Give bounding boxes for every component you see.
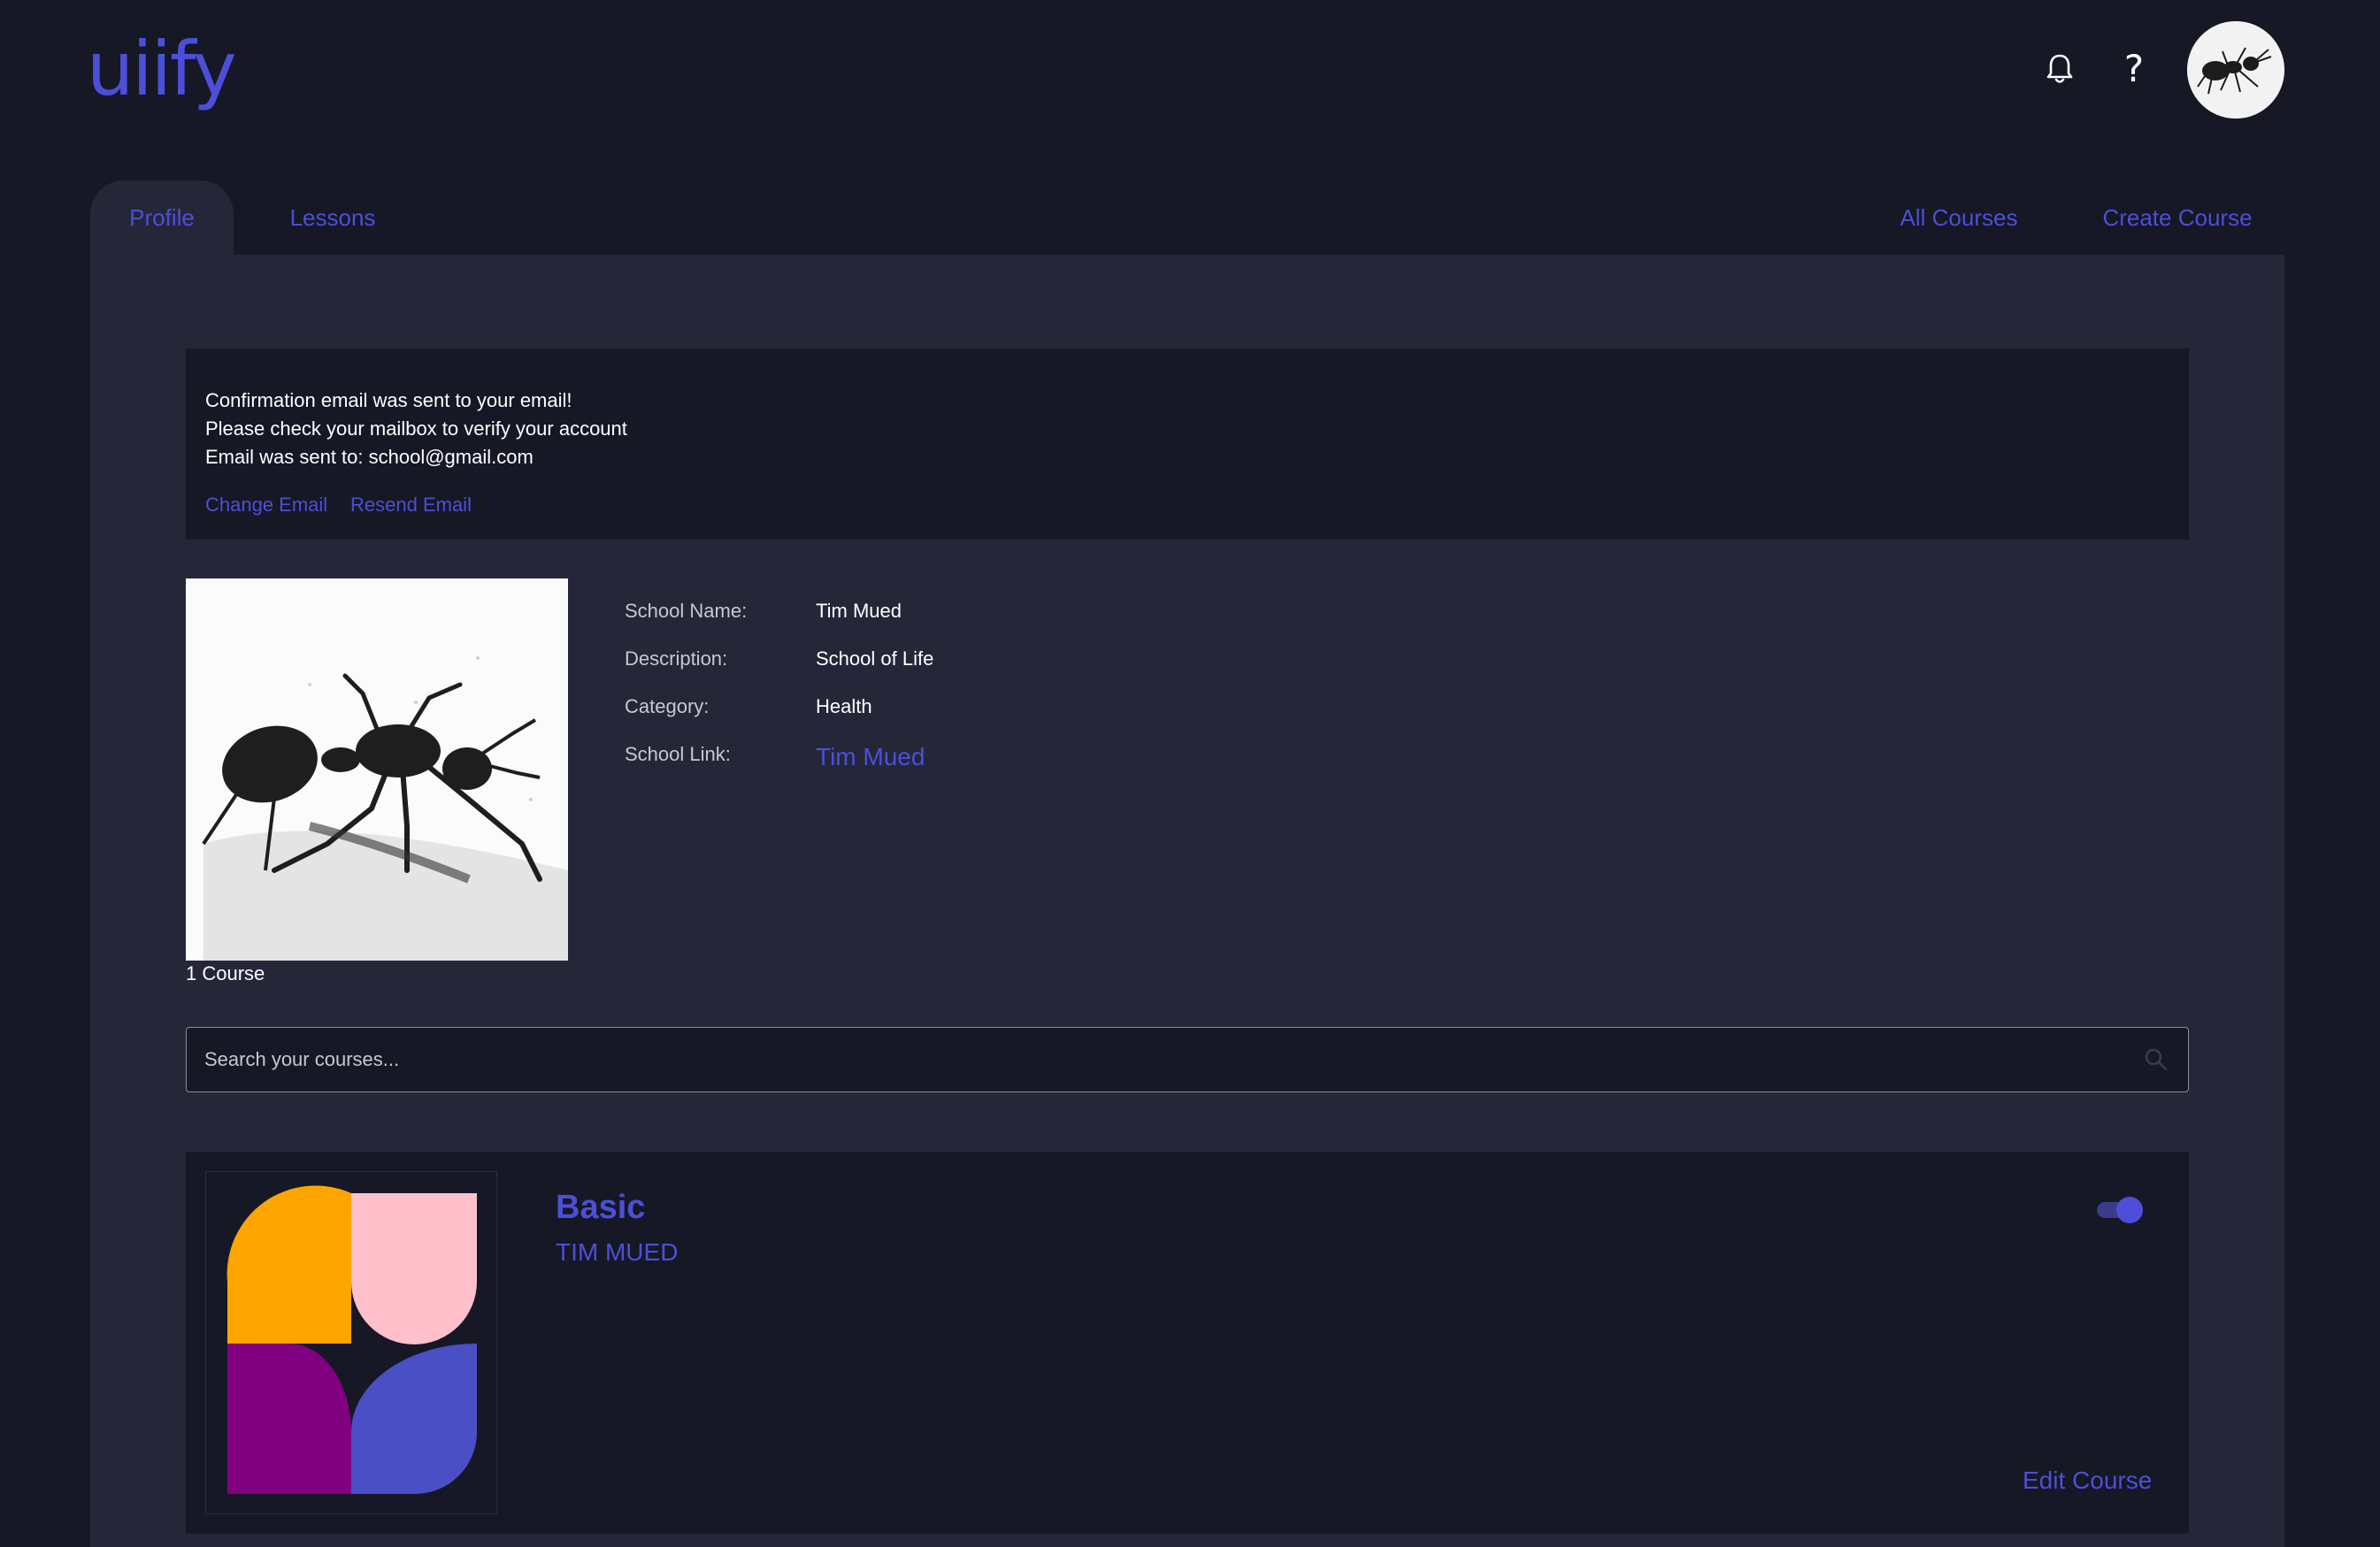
notice-line-1: Confirmation email was sent to your emai…	[205, 389, 572, 411]
school-link-label: School Link:	[625, 743, 731, 765]
course-card[interactable]: Basic TIM MUED Edit Course	[186, 1152, 2189, 1534]
description-label: Description:	[625, 647, 728, 670]
tab-create-course[interactable]: Create Course	[2084, 180, 2270, 255]
course-title[interactable]: Basic	[556, 1189, 645, 1227]
change-email-link[interactable]: Change Email	[205, 494, 327, 517]
search-input[interactable]	[203, 1028, 2105, 1091]
school-name-label: School Name:	[625, 600, 748, 622]
category-value: Health	[816, 695, 872, 717]
help-icon[interactable]: ?	[2116, 48, 2152, 90]
school-image	[186, 578, 568, 961]
bell-icon[interactable]	[2042, 51, 2077, 87]
course-thumbnail[interactable]	[205, 1171, 497, 1514]
tab-all-courses[interactable]: All Courses	[1881, 180, 2037, 255]
course-thumbnail-graphic	[226, 1185, 477, 1494]
course-author: TIM MUED	[556, 1238, 679, 1266]
edit-course-link[interactable]: Edit Course	[2023, 1467, 2152, 1495]
unify-logo[interactable]: uiify	[87, 25, 237, 113]
tab-profile[interactable]: Profile	[90, 180, 234, 255]
toggle-knob	[2116, 1197, 2143, 1223]
resend-email-link[interactable]: Resend Email	[350, 494, 472, 517]
top-bar: uiify ?	[0, 0, 2380, 142]
ant-illustration	[186, 578, 568, 961]
tab-bar: Profile Lessons All Courses Create Cours…	[90, 180, 2284, 255]
profile-panel: Confirmation email was sent to your emai…	[90, 255, 2284, 1547]
school-link[interactable]: Tim Mued	[816, 743, 925, 771]
email-confirmation-notice: Confirmation email was sent to your emai…	[186, 348, 2189, 540]
course-count: 1 Course	[186, 962, 265, 984]
ant-avatar-image	[2187, 21, 2284, 119]
search-icon[interactable]	[2142, 1045, 2170, 1074]
category-label: Category:	[625, 695, 710, 717]
notice-line-2: Please check your mailbox to verify your…	[205, 417, 627, 440]
tab-lessons[interactable]: Lessons	[271, 180, 395, 255]
notice-line-3: Email was sent to: school@gmail.com	[205, 446, 534, 468]
publish-toggle[interactable]	[2095, 1196, 2143, 1223]
course-search	[186, 1027, 2189, 1092]
description-value: School of Life	[816, 647, 934, 670]
school-name-value: Tim Mued	[816, 600, 902, 622]
avatar[interactable]	[2187, 21, 2284, 119]
